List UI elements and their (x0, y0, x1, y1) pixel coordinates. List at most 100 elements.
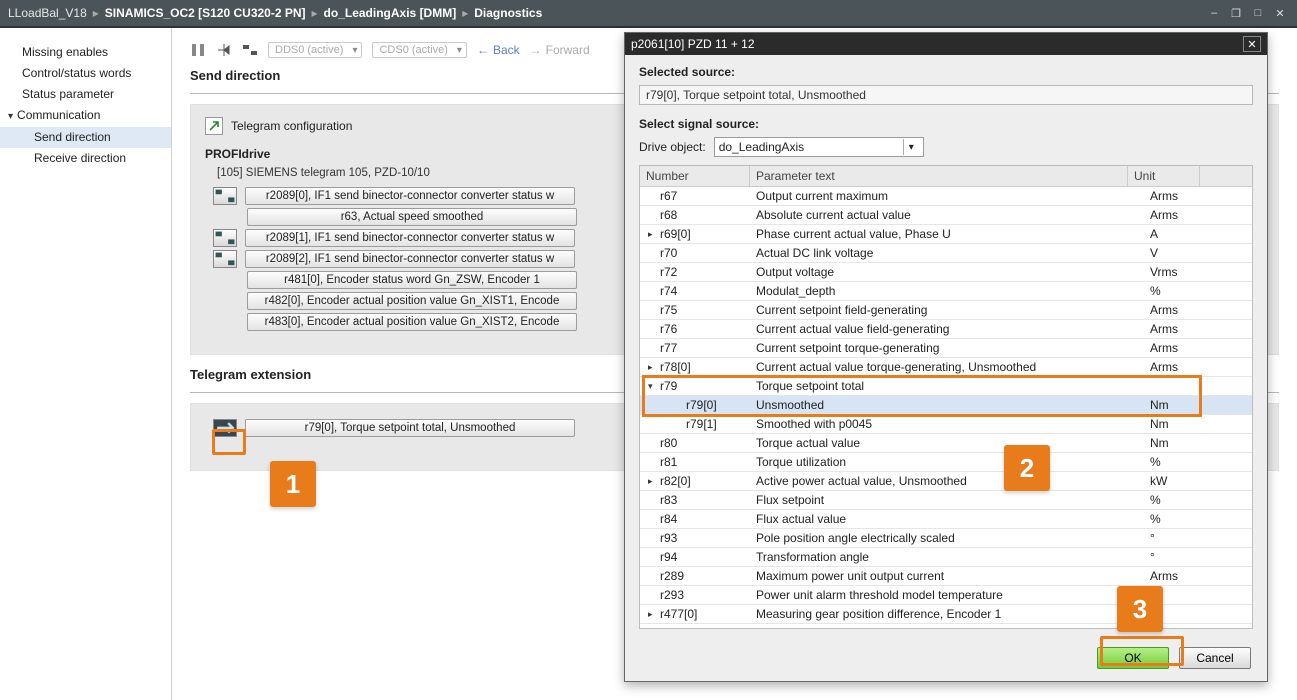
expand-icon[interactable]: ▸ (648, 609, 658, 620)
grid-row[interactable]: r77Current setpoint torque-generatingArm… (640, 339, 1252, 358)
cell-unit: Arms (1144, 207, 1216, 223)
arrow-right-icon: → (530, 43, 542, 57)
grid-row[interactable]: r93Pole position angle electrically scal… (640, 529, 1252, 548)
cell-text: Torque utilization (750, 454, 1144, 470)
pzd-row[interactable]: r482[0], Encoder actual position value G… (247, 292, 577, 310)
grid-row[interactable]: r83Flux setpoint% (640, 491, 1252, 510)
cancel-button[interactable]: Cancel (1179, 647, 1251, 669)
drive-object-dropdown[interactable]: do_LeadingAxis ▾ (714, 137, 924, 157)
bits-icon[interactable] (213, 250, 237, 268)
signal-grid: Number Parameter text Unit r67Output cur… (639, 165, 1253, 629)
cell-unit: Arms (1144, 568, 1216, 584)
cell-number: r74 (640, 283, 750, 299)
forward-link[interactable]: →Forward (530, 43, 590, 57)
pzd-row[interactable]: r63, Actual speed smoothed (247, 208, 577, 226)
cell-spacer (1216, 347, 1252, 349)
cell-number: r77 (640, 340, 750, 356)
expand-icon[interactable]: ▸ (648, 476, 658, 487)
cell-unit: % (1144, 492, 1216, 508)
maximize-button[interactable]: □ (1249, 6, 1267, 20)
nav-item-receive-direction[interactable]: Receive direction (0, 148, 171, 169)
minimize-button[interactable]: – (1205, 6, 1223, 20)
grid-row[interactable]: r80Torque actual valueNm (640, 434, 1252, 453)
grid-row[interactable]: r67Output current maximumArms (640, 187, 1252, 206)
close-button[interactable]: ✕ (1271, 6, 1289, 20)
cell-number: r72 (640, 264, 750, 280)
pzd-row[interactable]: r483[0], Encoder actual position value G… (247, 313, 577, 331)
crumb-sep-icon: ▸ (93, 6, 99, 20)
cell-number: r83 (640, 492, 750, 508)
grid-row[interactable]: r70Actual DC link voltageV (640, 244, 1252, 263)
cell-spacer (1216, 480, 1252, 482)
cell-number: r79[1] (640, 416, 750, 432)
crumb-0[interactable]: LLoadBal_V18 (8, 6, 87, 20)
tool-icon-1[interactable] (190, 42, 206, 58)
cell-spacer (1216, 518, 1252, 520)
nav-item-status-param[interactable]: Status parameter (0, 84, 171, 105)
grid-row[interactable]: ▸r69[0]Phase current actual value, Phase… (640, 225, 1252, 244)
cell-number: r76 (640, 321, 750, 337)
grid-row[interactable]: ▸r78[0]Current actual value torque-gener… (640, 358, 1252, 377)
grid-row[interactable]: r289Maximum power unit output currentArm… (640, 567, 1252, 586)
tool-icon-3[interactable] (242, 42, 258, 58)
bits-icon[interactable] (213, 229, 237, 247)
col-text[interactable]: Parameter text (750, 166, 1128, 186)
col-unit[interactable]: Unit (1128, 166, 1200, 186)
col-spacer (1200, 166, 1252, 186)
expand-icon[interactable]: ▸ (648, 362, 658, 373)
pzd-row[interactable]: r481[0], Encoder status word Gn_ZSW, Enc… (247, 271, 577, 289)
grid-row[interactable]: r79[0]UnsmoothedNm (640, 396, 1252, 415)
pzd-row[interactable]: r2089[2], IF1 send binector-connector co… (245, 250, 575, 268)
bits-icon[interactable] (213, 187, 237, 205)
cell-text: Unsmoothed (750, 397, 1144, 413)
cell-unit: % (1144, 283, 1216, 299)
cell-number: r293 (640, 587, 750, 603)
cds-combo[interactable]: CDS0 (active) (372, 42, 466, 58)
grid-row[interactable]: r79[1]Smoothed with p0045Nm (640, 415, 1252, 434)
dds-combo[interactable]: DDS0 (active) (268, 42, 362, 58)
cell-text: Power unit alarm threshold model tempera… (750, 587, 1144, 603)
grid-row[interactable]: ▸r82[0]Active power actual value, Unsmoo… (640, 472, 1252, 491)
cell-spacer (1216, 613, 1252, 615)
grid-row[interactable]: r74Modulat_depth% (640, 282, 1252, 301)
grid-row[interactable]: r68Absolute current actual valueArms (640, 206, 1252, 225)
crumb-2[interactable]: do_LeadingAxis [DMM] (324, 6, 457, 20)
cell-number: ▸r479[0] (640, 625, 750, 627)
cell-unit: Arms (1144, 321, 1216, 337)
grid-row[interactable]: r75Current setpoint field-generatingArms (640, 301, 1252, 320)
grid-row[interactable]: r94Transformation angle° (640, 548, 1252, 567)
cell-spacer (1216, 328, 1252, 330)
pzd-row[interactable]: r2089[1], IF1 send binector-connector co… (245, 229, 575, 247)
crumb-1[interactable]: SINAMICS_OC2 [S120 CU320-2 PN] (105, 6, 306, 20)
grid-row[interactable]: r81Torque utilization% (640, 453, 1252, 472)
nav-item-missing-enables[interactable]: Missing enables (0, 42, 171, 63)
expand-icon[interactable]: ▾ (648, 381, 658, 392)
col-number[interactable]: Number (640, 166, 750, 186)
grid-row[interactable]: r72Output voltageVrms (640, 263, 1252, 282)
cell-text: Actual DC link voltage (750, 245, 1144, 261)
grid-row[interactable]: r76Current actual value field-generating… (640, 320, 1252, 339)
cell-text: Absolute current actual value (750, 207, 1144, 223)
expand-icon[interactable]: ▸ (648, 229, 658, 240)
grid-row[interactable]: ▾r79Torque setpoint total (640, 377, 1252, 396)
nav-item-communication[interactable]: Communication (0, 105, 171, 127)
selected-source-value: r79[0], Torque setpoint total, Unsmoothe… (639, 85, 1253, 105)
grid-row[interactable]: r84Flux actual value% (640, 510, 1252, 529)
cell-spacer (1216, 442, 1252, 444)
cell-unit: Vrms (1144, 264, 1216, 280)
cell-number: r68 (640, 207, 750, 223)
dialog-close-button[interactable]: ✕ (1243, 36, 1261, 52)
ext-row[interactable]: r79[0], Torque setpoint total, Unsmoothe… (245, 419, 575, 437)
nav-item-send-direction[interactable]: Send direction (0, 127, 171, 148)
nav-item-control-status[interactable]: Control/status words (0, 63, 171, 84)
back-link[interactable]: ←Back (477, 43, 520, 57)
cell-unit: Nm (1144, 435, 1216, 451)
restore-button[interactable]: ❐ (1227, 6, 1245, 20)
grid-body[interactable]: r67Output current maximumArmsr68Absolute… (640, 187, 1252, 627)
select-signal-label: Select signal source: (639, 117, 1253, 131)
crumb-3[interactable]: Diagnostics (474, 6, 542, 20)
cell-spacer (1216, 404, 1252, 406)
tool-icon-2[interactable] (216, 42, 232, 58)
cell-text: Torque actual value (750, 435, 1144, 451)
pzd-row[interactable]: r2089[0], IF1 send binector-connector co… (245, 187, 575, 205)
